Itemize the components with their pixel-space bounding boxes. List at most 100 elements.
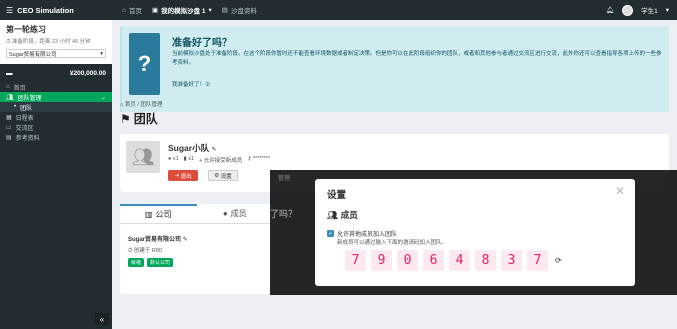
sidebar: 第一轮练习 ⏱ 准备阶段，距离 23 小时 46 分钟 Sugar贸易有限公司 … — [0, 20, 112, 329]
user-icon: ● — [168, 156, 172, 162]
flag-icon: ⚑ — [120, 111, 131, 126]
sidebar-item-home[interactable]: ⌂ 首页 — [0, 82, 112, 92]
book-icon: ▤ — [221, 7, 228, 14]
invite-code-digit: 3 — [501, 250, 522, 271]
tab-company-label: 公司 — [155, 210, 172, 219]
page-title: ⚑ 团队 — [120, 110, 158, 127]
nav-my-sandbox-label: 我的模拟沙盘 1 — [161, 8, 206, 15]
tab-members-label: 成员 — [230, 209, 247, 218]
caret-down-icon: ▾ — [665, 7, 669, 14]
calendar-icon: ▦ — [6, 114, 12, 121]
users-icon: 👥︎ — [327, 209, 338, 220]
leave-team-button[interactable]: ⇥ 退出 — [168, 170, 198, 181]
modal-section-label: 成员 — [340, 210, 358, 220]
double-chevron-left-icon: « — [99, 314, 105, 324]
brand[interactable]: ☰ CEO Simulation — [0, 6, 112, 15]
chevron-down-icon: ⌄ — [100, 94, 106, 101]
modal-title: 设置 — [327, 190, 347, 201]
team-meta: ● x1 ▮ x1 + 允许接受新成员 ⚷ ******** — [168, 156, 270, 164]
collapse-sidebar-button[interactable]: « — [95, 313, 109, 325]
cash-icon: ▬ — [6, 69, 13, 77]
top-navbar: ☰ CEO Simulation ⌂ 首页 ▣ 我的模拟沙盘 1 ▾ ▤ 沙盘资… — [0, 0, 677, 20]
plus-user-icon: + — [199, 158, 203, 164]
invite-code-digit: 4 — [449, 250, 470, 271]
default-company-badge: 默认公司 — [147, 258, 174, 267]
nav-home[interactable]: ⌂ 首页 — [122, 5, 142, 16]
background-fragment: 了吗？ — [270, 209, 298, 219]
edit-icon[interactable]: ✎ — [183, 237, 188, 243]
home-icon: ⌂ — [120, 102, 124, 108]
invite-code-digit: 9 — [371, 250, 392, 271]
invite-code-digit: 6 — [423, 250, 444, 271]
allow-join-checkbox[interactable]: ✓ — [327, 230, 334, 237]
ready-link[interactable]: 我准备好了！② — [172, 80, 210, 88]
company-created: ⏱ 创建于 R00 — [128, 246, 162, 255]
sidebar-item-calendar[interactable]: ▦ 日程表 — [0, 112, 112, 122]
phase-text: ⏱ 准备阶段，距离 23 小时 46 分钟 — [6, 37, 106, 46]
edit-icon[interactable]: ✎ — [211, 147, 216, 153]
allow-join-label: 允许其他成员加入团队 — [337, 232, 398, 238]
company-select[interactable]: Sugar贸易有限公司 ▾ — [6, 49, 106, 58]
refresh-icon[interactable]: ⟳ — [555, 256, 562, 265]
bell-icon[interactable]: 🔔︎ — [606, 6, 614, 14]
invite-code-digit: 8 — [475, 250, 496, 271]
user-name[interactable]: 学生1 — [641, 5, 658, 15]
doc-icon: ▮ — [183, 156, 187, 162]
clock-icon: ⏱ — [128, 248, 133, 254]
sidebar-item-forum[interactable]: ▭ 交流区 — [0, 122, 112, 132]
sidebar-item-label: 日程表 — [15, 115, 34, 122]
team-name-text: Sugar小队 — [168, 143, 210, 153]
sidebar-item-references[interactable]: ▤ 参考资料 — [0, 132, 112, 142]
clock-icon: ⏱ — [6, 39, 11, 45]
background-fragment: 管理 — [278, 176, 291, 182]
round-panel: 第一轮练习 ⏱ 准备阶段，距离 23 小时 46 分钟 Sugar贸易有限公司 … — [0, 20, 112, 64]
breadcrumb-text[interactable]: 首页 / 团队管理 — [125, 102, 163, 108]
topbar-user-area: 🔔︎ 学生1 ▾ — [606, 4, 677, 16]
avatar[interactable] — [622, 4, 634, 16]
company-select-value: Sugar贸易有限公司 — [9, 51, 57, 58]
home-icon: ⌂ — [122, 6, 126, 14]
sidebar-item-label: 团队 — [20, 105, 33, 112]
callout-title: 准备好了吗？ — [172, 38, 232, 49]
caret-down-icon: ▾ — [100, 50, 103, 57]
sidebar-item-team-management[interactable]: 👥︎ 团队管理 ⌄ — [0, 92, 112, 102]
members-count-value: x1 — [172, 156, 179, 162]
modal-section-members: 👥︎ 成员 — [327, 209, 358, 221]
tab-members[interactable]: ● 成员 — [197, 204, 274, 223]
team-settings-label: 设置 — [220, 173, 232, 180]
tab-company[interactable]: ▥ 公司 — [120, 204, 197, 223]
allow-new-members: + 允许接受新成员 — [199, 156, 242, 164]
tabs: ▥ 公司 ● 成员 — [120, 204, 273, 224]
nav-my-sandbox[interactable]: ▣ 我的模拟沙盘 1 ▾ — [152, 5, 212, 15]
team-settings-button[interactable]: ⚙ 设置 — [208, 170, 238, 181]
dot-icon: • — [14, 104, 17, 110]
invite-code-digit: 7 — [345, 250, 366, 271]
team-users-icon: 👥︎ — [126, 141, 160, 173]
menu-icon[interactable]: ☰ — [6, 6, 13, 15]
sidebar-item-team[interactable]: • 团队 — [0, 102, 112, 112]
allow-join-description: 新成员可以通过输入下面的邀请码加入团队。 — [337, 240, 448, 246]
close-icon[interactable]: ✕ — [615, 184, 625, 198]
company-name-text: Sugar贸易有限公司 — [128, 237, 182, 243]
allow-join-checkbox-row[interactable]: ✓ 允许其他成员加入团队 — [327, 229, 397, 238]
gear-icon: ⚙ — [214, 172, 220, 179]
allow-new-members-value: 允许接受新成员 — [203, 158, 243, 164]
breadcrumb: ⌂ 首页 / 团队管理 — [120, 100, 162, 108]
folder-icon: ▣ — [151, 7, 159, 14]
nav-materials[interactable]: ▤ 沙盘资料 — [222, 5, 257, 15]
brand-title: CEO Simulation — [17, 5, 74, 15]
home-icon: ⌂ — [6, 84, 10, 90]
money-display: ▬ ¥200,000.00 — [0, 64, 112, 82]
team-password: ⚷ ******** — [247, 156, 270, 164]
nav-materials-label: 沙盘资料 — [230, 8, 257, 15]
company-name: Sugar贸易有限公司 ✎ — [128, 234, 188, 243]
phase-text-value: 准备阶段，距离 23 小时 46 分钟 — [11, 39, 91, 45]
company-tabs-card: ▥ 公司 ● 成员 Sugar贸易有限公司 ✎ ⏱ 创建于 R00 就绪 默认公… — [120, 204, 273, 294]
docs-count: ▮ x1 — [184, 156, 194, 164]
exit-icon: ⇥ — [174, 172, 180, 179]
ready-callout: ? 准备好了吗？ 当前模拟沙盘处于准备阶段。在这个阶段你暂时还不能查看环境数据或… — [120, 26, 669, 112]
sidebar-item-label: 交流区 — [15, 125, 34, 132]
question-icon: ? — [129, 33, 160, 95]
building-icon: ▥ — [144, 210, 153, 219]
money-value: ¥200,000.00 — [69, 69, 106, 77]
